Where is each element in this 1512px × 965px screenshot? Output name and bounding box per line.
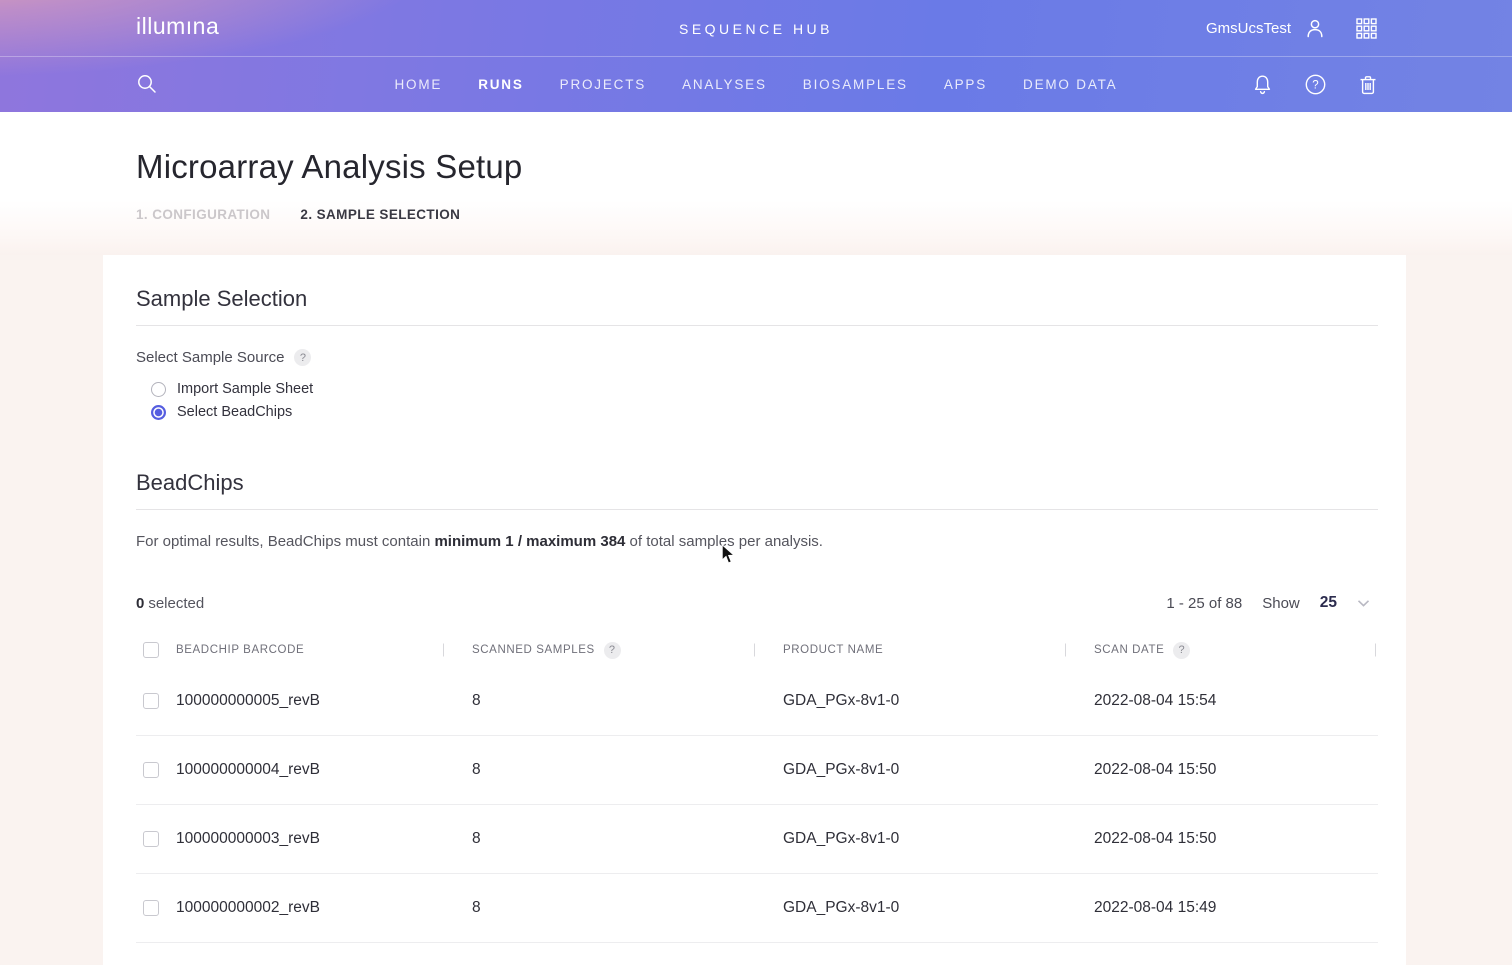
select-all-checkbox[interactable] bbox=[143, 642, 159, 658]
cell-product-name: GDA_PGx-8v1-0 bbox=[783, 761, 1094, 779]
app-launcher-icon[interactable] bbox=[1356, 18, 1377, 39]
radio-label: Import Sample Sheet bbox=[177, 381, 313, 397]
header-action-icons: ? bbox=[1253, 57, 1377, 112]
column-header-text: SCAN DATE bbox=[1094, 644, 1164, 656]
radio-button[interactable] bbox=[151, 382, 166, 397]
content-background: Sample Selection Select Sample Source ? … bbox=[0, 255, 1512, 965]
column-header-scanned-samples: SCANNED SAMPLES? bbox=[472, 642, 783, 659]
section-divider bbox=[136, 509, 1378, 510]
cell-scanned-samples: 8 bbox=[472, 761, 783, 779]
user-icon[interactable] bbox=[1304, 17, 1326, 39]
table-body: 100000000005_revB8GDA_PGx-8v1-02022-08-0… bbox=[136, 667, 1378, 943]
radio-button[interactable] bbox=[151, 405, 166, 420]
header-top-row: illumına SEQUENCE HUB GmsUcsTest bbox=[0, 0, 1512, 56]
header-user-area: GmsUcsTest bbox=[1206, 0, 1377, 56]
column-header-label: BEADCHIP BARCODE bbox=[176, 644, 304, 656]
row-checkbox[interactable] bbox=[143, 900, 159, 916]
help-icon[interactable]: ? bbox=[1305, 74, 1326, 95]
cell-barcode: 100000000005_revB bbox=[159, 692, 472, 710]
nav-item-demo-data[interactable]: DEMO DATA bbox=[1023, 77, 1117, 92]
cell-product-name: GDA_PGx-8v1-0 bbox=[783, 899, 1094, 917]
pagination: 1 - 25 of 88 Show 25 bbox=[1166, 594, 1370, 612]
column-separator bbox=[1065, 644, 1066, 657]
column-header-scan-date: SCAN DATE? bbox=[1094, 642, 1378, 659]
radio-option-select-beadchips[interactable]: Select BeadChips bbox=[151, 404, 1378, 420]
info-suffix: of total samples per analysis. bbox=[625, 533, 823, 550]
column-header-label: SCAN DATE? bbox=[1094, 642, 1190, 659]
nav-item-analyses[interactable]: ANALYSES bbox=[682, 77, 767, 92]
column-header-text: SCANNED SAMPLES bbox=[472, 644, 595, 656]
chevron-down-icon[interactable] bbox=[1357, 599, 1370, 608]
sample-source-radio-group: Import Sample Sheet Select BeadChips bbox=[136, 381, 1378, 420]
cell-product-name: GDA_PGx-8v1-0 bbox=[783, 692, 1094, 710]
app-header: illumına SEQUENCE HUB GmsUcsTest bbox=[0, 0, 1512, 112]
table-row[interactable]: 100000000003_revB8GDA_PGx-8v1-02022-08-0… bbox=[136, 805, 1378, 874]
table-header: BEADCHIP BARCODE SCANNED SAMPLES? PRODUCT … bbox=[136, 633, 1378, 667]
user-name[interactable]: GmsUcsTest bbox=[1206, 20, 1291, 37]
beadchips-table: BEADCHIP BARCODE SCANNED SAMPLES? PRODUCT … bbox=[136, 633, 1378, 943]
nav-item-home[interactable]: HOME bbox=[395, 77, 443, 92]
column-separator bbox=[754, 644, 755, 657]
notifications-bell-icon[interactable] bbox=[1253, 74, 1272, 95]
row-checkbox[interactable] bbox=[143, 831, 159, 847]
row-checkbox[interactable] bbox=[143, 693, 159, 709]
radio-label: Select BeadChips bbox=[177, 404, 292, 420]
cell-scanned-samples: 8 bbox=[472, 830, 783, 848]
column-header-text: BEADCHIP BARCODE bbox=[176, 644, 304, 656]
column-header-beadchip-barcode: BEADCHIP BARCODE bbox=[159, 644, 472, 656]
page-head: Microarray Analysis Setup 1. CONFIGURATI… bbox=[0, 112, 1512, 255]
cell-scanned-samples: 8 bbox=[472, 692, 783, 710]
pagination-range: 1 - 25 of 88 bbox=[1166, 595, 1242, 612]
trash-icon[interactable] bbox=[1359, 75, 1377, 95]
beadchips-info-text: For optimal results, BeadChips must cont… bbox=[136, 533, 1378, 550]
list-controls: 0selected 1 - 25 of 88 Show 25 bbox=[136, 594, 1378, 612]
sample-source-help-icon[interactable]: ? bbox=[294, 349, 311, 366]
table-row[interactable]: 100000000004_revB8GDA_PGx-8v1-02022-08-0… bbox=[136, 736, 1378, 805]
selected-count: 0selected bbox=[136, 595, 204, 612]
column-separator bbox=[443, 644, 444, 657]
page-size-select[interactable]: 25 bbox=[1320, 594, 1337, 612]
cell-scanned-samples: 8 bbox=[472, 899, 783, 917]
header-nav-row: HOME RUNS PROJECTS ANALYSES BIOSAMPLES APPS DE… bbox=[0, 57, 1512, 112]
cell-barcode: 100000000003_revB bbox=[159, 830, 472, 848]
column-help-icon[interactable]: ? bbox=[604, 642, 621, 659]
cell-barcode: 100000000002_revB bbox=[159, 899, 472, 917]
table-row[interactable]: 100000000002_revB8GDA_PGx-8v1-02022-08-0… bbox=[136, 874, 1378, 943]
column-separator bbox=[1375, 644, 1376, 657]
nav-item-biosamples[interactable]: BIOSAMPLES bbox=[803, 77, 908, 92]
column-header-label: PRODUCT NAME bbox=[783, 644, 883, 656]
cell-scan-date: 2022-08-04 15:50 bbox=[1094, 830, 1378, 848]
column-header-text: PRODUCT NAME bbox=[783, 644, 883, 656]
column-header-product-name: PRODUCT NAME bbox=[783, 644, 1094, 656]
wizard-steps: 1. CONFIGURATION 2. SAMPLE SELECTION bbox=[136, 207, 1512, 222]
cell-scan-date: 2022-08-04 15:49 bbox=[1094, 899, 1378, 917]
row-checkbox[interactable] bbox=[143, 762, 159, 778]
selected-count-label: selected bbox=[148, 595, 204, 612]
column-header-label: SCANNED SAMPLES? bbox=[472, 642, 621, 659]
step-2-sample-selection[interactable]: 2. SAMPLE SELECTION bbox=[300, 207, 460, 222]
content-card: Sample Selection Select Sample Source ? … bbox=[103, 255, 1406, 965]
sample-selection-heading: Sample Selection bbox=[136, 255, 1378, 312]
sample-source-label: Select Sample Source ? bbox=[136, 349, 1378, 366]
sample-source-label-text: Select Sample Source bbox=[136, 349, 284, 366]
beadchips-heading: BeadChips bbox=[136, 470, 1378, 496]
cell-barcode: 100000000004_revB bbox=[159, 761, 472, 779]
column-help-icon[interactable]: ? bbox=[1173, 642, 1190, 659]
info-bold: minimum 1 / maximum 384 bbox=[434, 533, 625, 550]
svg-text:?: ? bbox=[1312, 80, 1318, 92]
show-label: Show bbox=[1262, 595, 1300, 612]
table-row[interactable]: 100000000005_revB8GDA_PGx-8v1-02022-08-0… bbox=[136, 667, 1378, 736]
section-divider bbox=[136, 325, 1378, 326]
nav-item-runs[interactable]: RUNS bbox=[478, 77, 523, 92]
nav-item-apps[interactable]: APPS bbox=[944, 77, 987, 92]
selected-count-number: 0 bbox=[136, 595, 144, 612]
cell-product-name: GDA_PGx-8v1-0 bbox=[783, 830, 1094, 848]
info-prefix: For optimal results, BeadChips must cont… bbox=[136, 533, 434, 550]
cell-scan-date: 2022-08-04 15:54 bbox=[1094, 692, 1378, 710]
cell-scan-date: 2022-08-04 15:50 bbox=[1094, 761, 1378, 779]
step-1-configuration[interactable]: 1. CONFIGURATION bbox=[136, 207, 270, 222]
nav-item-projects[interactable]: PROJECTS bbox=[560, 77, 646, 92]
page-title: Microarray Analysis Setup bbox=[136, 148, 1512, 186]
radio-option-import-sample-sheet[interactable]: Import Sample Sheet bbox=[151, 381, 1378, 397]
